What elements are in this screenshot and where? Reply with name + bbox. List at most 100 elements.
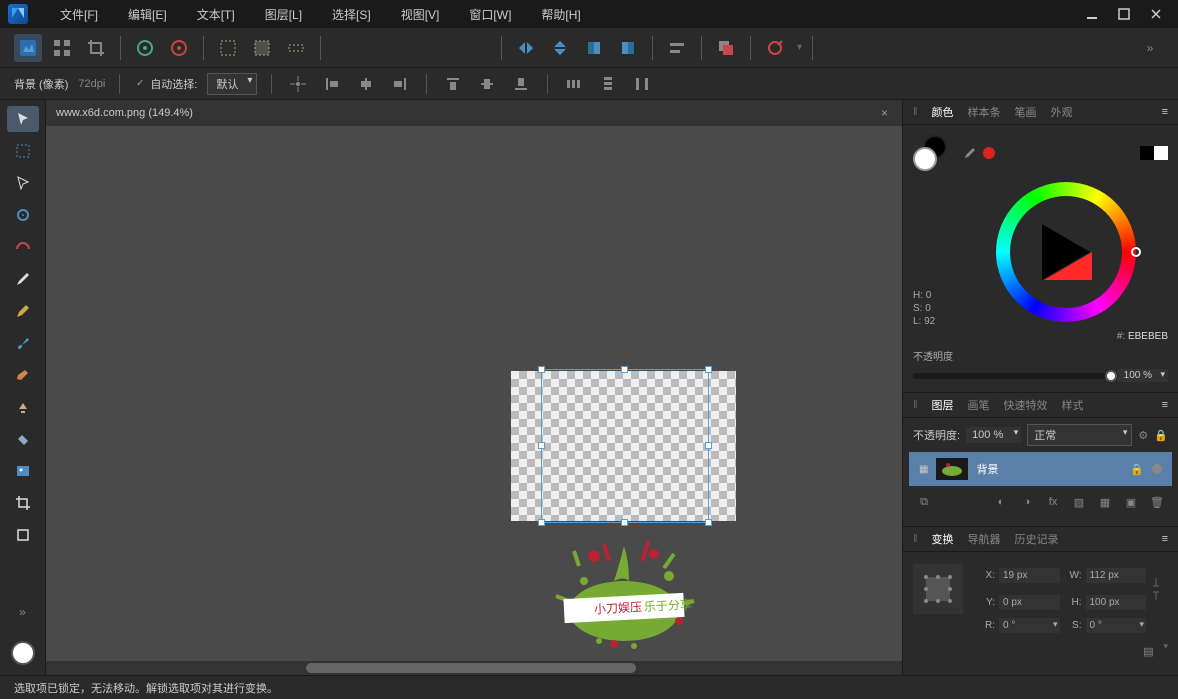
color-panel-menu[interactable]: ≡ xyxy=(1162,106,1168,118)
crop-icon-button[interactable] xyxy=(82,34,110,62)
clone-tool[interactable] xyxy=(7,394,39,420)
maximize-button[interactable] xyxy=(1110,4,1138,24)
menu-select[interactable]: 选择[S] xyxy=(320,2,383,27)
pencil-tool[interactable] xyxy=(7,298,39,324)
live-filter-button[interactable]: ▨ xyxy=(1068,492,1090,512)
tab-stroke[interactable]: 笔画 xyxy=(1015,102,1037,122)
delete-layer-button[interactable]: 🗑 xyxy=(1146,492,1168,512)
paint-brush-tool[interactable] xyxy=(7,330,39,356)
rotate-ccw-button[interactable] xyxy=(580,34,608,62)
arrange-button[interactable] xyxy=(712,34,740,62)
align-bottom-button[interactable] xyxy=(509,72,533,96)
close-button[interactable] xyxy=(1142,4,1170,24)
marquee-tool[interactable] xyxy=(7,138,39,164)
menu-layer[interactable]: 图层[L] xyxy=(253,2,314,27)
tab-layers[interactable]: 图层 xyxy=(932,395,954,415)
flip-horizontal-button[interactable] xyxy=(512,34,540,62)
handle-ml[interactable] xyxy=(538,442,545,449)
tab-fx[interactable]: 快速特效 xyxy=(1004,395,1048,415)
flip-vertical-button[interactable] xyxy=(546,34,574,62)
snapping-button[interactable] xyxy=(761,34,789,62)
panel-grip-icon[interactable]: ‖ xyxy=(913,533,918,545)
x-field[interactable]: 19 px xyxy=(999,568,1060,583)
tool-expand-button[interactable]: » xyxy=(7,599,39,625)
distribute-spacing-button[interactable] xyxy=(630,72,654,96)
persona-photo-button[interactable] xyxy=(14,34,42,62)
handle-br[interactable] xyxy=(705,519,712,526)
align-top-button[interactable] xyxy=(441,72,465,96)
y-field[interactable]: 0 px xyxy=(999,595,1060,610)
layers-panel-menu[interactable]: ≡ xyxy=(1162,399,1168,411)
tab-history[interactable]: 历史记录 xyxy=(1015,529,1059,549)
h-field[interactable]: 100 px xyxy=(1086,595,1147,610)
canvas-content[interactable]: 小刀娱压 乐于分享 xyxy=(511,371,736,521)
tab-swatches[interactable]: 样本条 xyxy=(968,102,1001,122)
blend-mode-dropdown[interactable]: 正常 xyxy=(1027,424,1132,446)
snap-dropdown-icon[interactable]: ▾ xyxy=(797,42,802,53)
eraser-tool[interactable] xyxy=(7,362,39,388)
node-tool[interactable] xyxy=(7,170,39,196)
picture-tool[interactable] xyxy=(7,458,39,484)
panel-grip-icon[interactable]: ‖ xyxy=(913,106,918,118)
pen-tool[interactable] xyxy=(7,266,39,292)
tone-map-button[interactable] xyxy=(165,34,193,62)
opacity-value-dropdown[interactable]: 100 % xyxy=(1118,369,1168,382)
auto-select-checkbox[interactable]: ✓ 自动选择: xyxy=(134,76,197,92)
horizontal-scrollbar[interactable] xyxy=(46,661,902,675)
handle-mr[interactable] xyxy=(705,442,712,449)
marquee-add-button[interactable] xyxy=(248,34,276,62)
color-swatch-pair[interactable] xyxy=(913,135,953,171)
scrollbar-thumb[interactable] xyxy=(306,663,636,673)
handle-tr[interactable] xyxy=(705,366,712,373)
w-field[interactable]: 112 px xyxy=(1086,568,1147,583)
add-layer-button[interactable]: ▦ xyxy=(1094,492,1116,512)
adjustment-button[interactable]: ◑ xyxy=(1016,492,1038,512)
move-tool[interactable] xyxy=(7,106,39,132)
handle-tm[interactable] xyxy=(621,366,628,373)
menu-help[interactable]: 帮助[H] xyxy=(529,2,592,27)
rotate-cw-button[interactable] xyxy=(614,34,642,62)
layer-gear-icon[interactable]: ⚙ xyxy=(1138,429,1148,442)
menu-file[interactable]: 文件[F] xyxy=(48,2,110,27)
minimize-button[interactable] xyxy=(1078,4,1106,24)
layer-lock-toggle[interactable]: 🔒 xyxy=(1154,429,1168,442)
tab-navigator[interactable]: 导航器 xyxy=(968,529,1001,549)
handle-bm[interactable] xyxy=(621,519,628,526)
tab-styles[interactable]: 样式 xyxy=(1062,395,1084,415)
transform-align-button[interactable]: ▤ xyxy=(1137,641,1159,661)
canvas-viewport[interactable]: 小刀娱压 乐于分享 xyxy=(46,126,902,661)
healing-tool[interactable] xyxy=(7,426,39,452)
transform-mode-dropdown[interactable]: ▾ xyxy=(1163,641,1168,661)
grid-view-button[interactable] xyxy=(48,34,76,62)
color-sample-icon[interactable] xyxy=(983,147,995,159)
fx-button[interactable]: fx xyxy=(1042,492,1064,512)
anchor-selector[interactable] xyxy=(913,564,963,614)
distribute-h-button[interactable] xyxy=(562,72,586,96)
color-wheel[interactable] xyxy=(963,177,1168,327)
menu-edit[interactable]: 编辑[E] xyxy=(116,2,179,27)
duplicate-layer-button[interactable]: ▣ xyxy=(1120,492,1142,512)
document-tab-close[interactable]: × xyxy=(877,106,892,120)
tab-brushes[interactable]: 画笔 xyxy=(968,395,990,415)
marquee-select-button[interactable] xyxy=(214,34,242,62)
panel-grip-icon[interactable]: ‖ xyxy=(913,399,918,411)
align-left-button[interactable] xyxy=(320,72,344,96)
align-right-button[interactable] xyxy=(388,72,412,96)
menu-window[interactable]: 窗口[W] xyxy=(457,2,523,27)
layer-visibility-dot[interactable] xyxy=(1152,464,1162,474)
layer-opacity-dropdown[interactable]: 100 % xyxy=(966,427,1021,443)
handle-tl[interactable] xyxy=(538,366,545,373)
link-wh-icon[interactable] xyxy=(1150,574,1168,604)
mini-swatches[interactable] xyxy=(1140,146,1168,160)
transform-panel-menu[interactable]: ≡ xyxy=(1162,533,1168,545)
toolbar-more-button[interactable]: » xyxy=(1136,34,1164,62)
color-swatch-icon[interactable] xyxy=(11,641,35,665)
align-button[interactable] xyxy=(663,34,691,62)
layer-group-button[interactable]: ⧉ xyxy=(913,492,935,512)
tab-transform[interactable]: 变换 xyxy=(932,529,954,549)
align-center-v-button[interactable] xyxy=(475,72,499,96)
gear-tool[interactable] xyxy=(7,202,39,228)
align-center-h-button[interactable] xyxy=(354,72,378,96)
eyedropper-icon[interactable] xyxy=(961,146,975,160)
crop-tool[interactable] xyxy=(7,490,39,516)
